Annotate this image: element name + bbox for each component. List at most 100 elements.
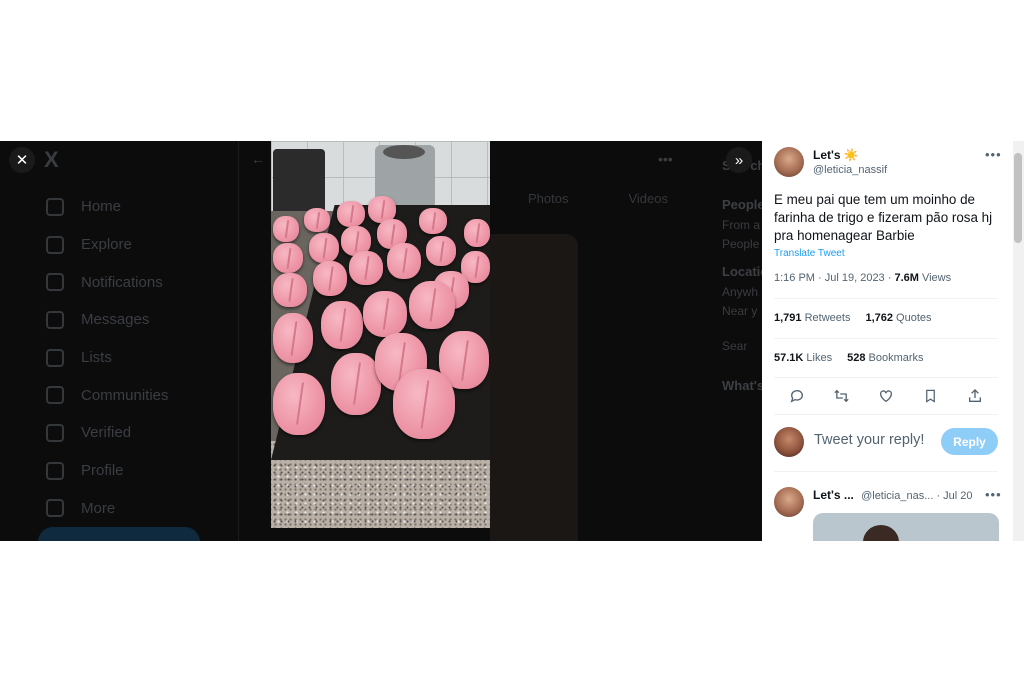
pink-bread-roll (304, 208, 330, 232)
tab-videos: Videos (628, 191, 668, 206)
pink-bread-roll (419, 208, 447, 234)
comment-icon (790, 390, 803, 403)
next-tweet-date[interactable]: Jul 20 (943, 490, 972, 502)
reply-action[interactable] (786, 385, 808, 407)
nav-item-verified: Verified (46, 414, 169, 452)
bookmark-action[interactable] (920, 385, 942, 407)
bookmarks-stat[interactable]: 528 Bookmarks (847, 352, 923, 364)
retweet-action[interactable] (831, 385, 853, 407)
pink-bread-roll (273, 273, 307, 307)
tweet-time[interactable]: 1:16 PM · Jul 19, 2023 · (774, 272, 894, 284)
x-logo-icon: X (44, 147, 59, 172)
next-tweet-image[interactable] (813, 513, 999, 541)
close-button[interactable]: ✕ (9, 147, 35, 173)
back-arrow-icon: ← (251, 151, 265, 167)
mail-icon (46, 310, 64, 329)
pink-bread-roll (273, 313, 313, 363)
like-bookmark-stats: 57.1K Likes 528 Bookmarks (774, 352, 924, 364)
like-action[interactable] (875, 385, 897, 407)
background-post-button (38, 527, 200, 541)
list-icon (46, 348, 64, 367)
views-label: Views (918, 272, 952, 284)
next-tweet-separator: · (933, 490, 944, 502)
pink-bread-roll (426, 236, 456, 266)
next-tweet-more-icon[interactable]: ••• (985, 487, 1002, 502)
retweet-icon (834, 389, 849, 403)
search-icon (46, 235, 64, 254)
bookmark-icon (926, 389, 935, 403)
pink-bread-roll (273, 243, 303, 273)
pink-bread-roll (393, 369, 455, 439)
person-icon (46, 461, 64, 480)
tweet-photo[interactable] (271, 141, 490, 528)
reply-input[interactable]: Tweet your reply! (814, 432, 924, 448)
divider (774, 471, 998, 472)
pink-bread-roll (273, 216, 299, 242)
share-action[interactable] (964, 385, 986, 407)
likes-stat[interactable]: 57.1K Likes (774, 352, 832, 364)
more-options-icon[interactable]: ••• (985, 147, 1002, 162)
user-avatar[interactable] (774, 427, 804, 457)
next-tweet-avatar[interactable] (774, 487, 804, 517)
nav-item-more: More (46, 490, 169, 528)
pink-bread-roll (464, 219, 490, 247)
background-tweet-image (490, 234, 578, 541)
expand-sidebar-button[interactable]: » (726, 147, 752, 173)
divider (774, 298, 998, 299)
pink-bread-roll (313, 261, 347, 296)
display-name[interactable]: Let's ☀️ (813, 148, 887, 162)
pink-bread-roll (349, 251, 383, 285)
photo-trashcan (273, 149, 325, 211)
divider (774, 414, 998, 415)
background-right-panel: Search People From a People Location Any… (722, 158, 777, 394)
tweet-actions (786, 385, 986, 407)
nav-item-messages: Messages (46, 301, 169, 339)
nav-item-profile: Profile (46, 452, 169, 490)
translate-link[interactable]: Translate Tweet (774, 248, 845, 259)
background-divider (238, 141, 239, 541)
nav-item-home: Home (46, 188, 169, 226)
home-icon (46, 197, 64, 216)
next-tweet-header: Let's ... @leticia_nas... · Jul 20 (813, 488, 973, 502)
bell-icon (46, 273, 64, 292)
tab-photos: Photos (528, 191, 569, 206)
next-tweet-handle[interactable]: @leticia_nas... (861, 490, 933, 502)
next-tweet-display-name[interactable]: Let's ... (813, 488, 854, 502)
chevrons-right-icon: » (734, 151, 744, 169)
media-viewer-frame: X Home Explore Notifications Messages Li… (0, 141, 1024, 541)
background-tabs: Photos Videos (528, 191, 668, 206)
tweet-timestamp: 1:16 PM · Jul 19, 2023 · 7.6M Views (774, 272, 951, 284)
pink-bread-roll (363, 291, 407, 337)
quotes-stat[interactable]: 1,762 Quotes (865, 312, 931, 324)
avatar[interactable] (774, 147, 804, 177)
pink-bread-roll (409, 281, 455, 329)
divider (774, 377, 998, 378)
pink-bread-roll (331, 353, 381, 415)
more-icon: ••• (658, 151, 673, 167)
pink-bread-roll (321, 301, 363, 349)
next-tweet-image-person (863, 525, 899, 541)
retweet-quote-stats: 1,791 Retweets 1,762 Quotes (774, 312, 932, 324)
pink-bread-roll (387, 243, 421, 279)
nav-item-communities: Communities (46, 376, 169, 414)
pink-bread-roll (309, 233, 339, 263)
tweet-text: E meu pai que tem um moinho de farinha d… (774, 192, 993, 243)
retweets-stat[interactable]: 1,791 Retweets (774, 312, 850, 324)
reply-button[interactable]: Reply (941, 428, 998, 455)
pink-bread-roll (273, 373, 325, 435)
views-count: 7.6M (894, 272, 919, 284)
nav-item-notifications: Notifications (46, 263, 169, 301)
sidebar-scrollbar[interactable] (1013, 141, 1024, 541)
handle[interactable]: @leticia_nassif (813, 164, 887, 176)
nav-item-explore: Explore (46, 226, 169, 264)
divider (774, 338, 998, 339)
more-circle-icon (46, 499, 64, 518)
close-icon: ✕ (15, 152, 29, 169)
people-icon (46, 386, 64, 405)
background-nav: Home Explore Notifications Messages List… (46, 188, 169, 527)
scrollbar-thumb[interactable] (1014, 153, 1022, 243)
pink-bread-roll (337, 201, 365, 227)
share-icon (969, 389, 981, 402)
verified-icon (46, 423, 64, 442)
heart-icon (880, 390, 892, 403)
